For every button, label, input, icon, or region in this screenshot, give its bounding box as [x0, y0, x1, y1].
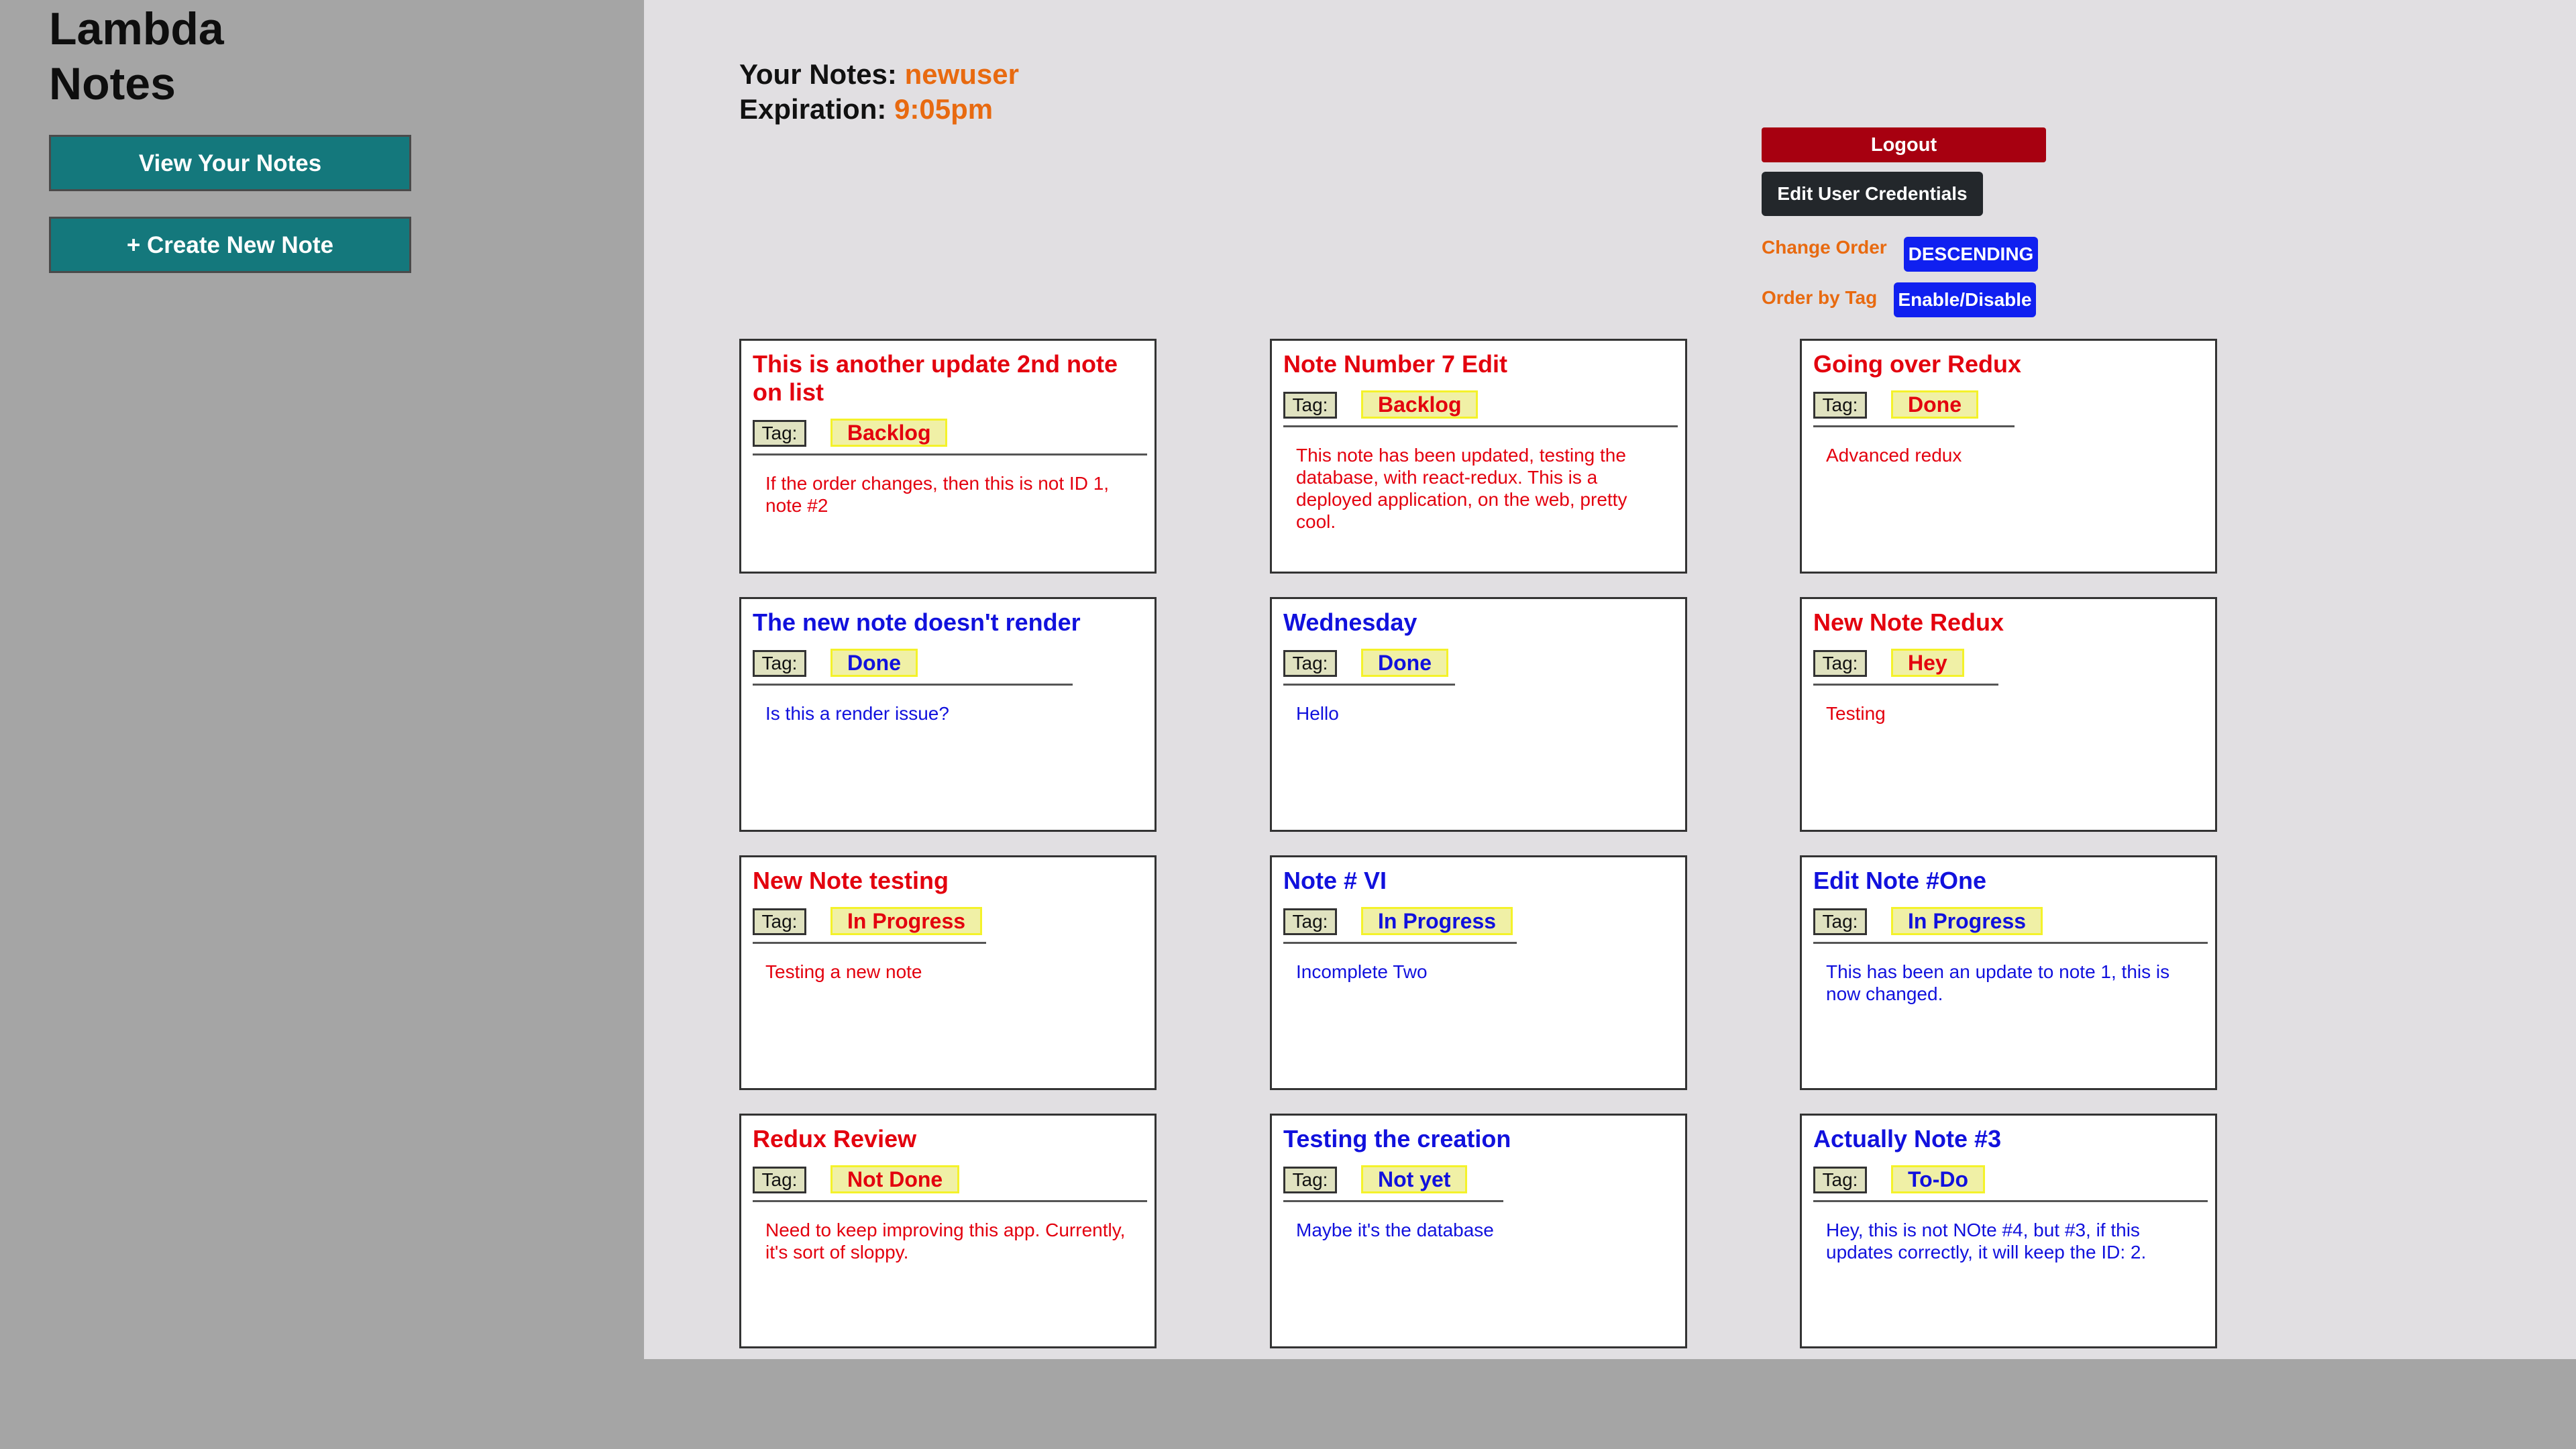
note-body: Testing a new note: [765, 961, 922, 982]
note-title: Wednesday: [1283, 608, 1417, 636]
tag-value: Not yet: [1361, 1165, 1468, 1193]
note-body: This note has been updated, testing the …: [1296, 445, 1627, 532]
note-title: Going over Redux: [1813, 350, 2022, 378]
note-card[interactable]: This is another update 2nd note on list …: [739, 339, 1157, 574]
logout-button[interactable]: Logout: [1762, 127, 2046, 162]
expiration-label: Expiration:: [739, 93, 887, 125]
tag-value: To-Do: [1891, 1165, 1986, 1193]
note-body: This has been an update to note 1, this …: [1826, 961, 2170, 1004]
order-by-tag-label: Order by Tag: [1762, 287, 1878, 308]
note-body: Maybe it's the database: [1296, 1220, 1494, 1240]
app-title: Lambda Notes: [49, 1, 451, 111]
tag-value: In Progress: [1891, 907, 2043, 935]
tag-label: Tag:: [1813, 908, 1867, 935]
note-title: New Note testing: [753, 867, 949, 894]
tag-label: Tag:: [1283, 1167, 1337, 1193]
note-title: Edit Note #One: [1813, 867, 1987, 894]
note-title: Testing the creation: [1283, 1125, 1511, 1152]
note-card[interactable]: Wednesday Tag: Done Hello: [1270, 597, 1687, 832]
tag-label: Tag:: [1813, 392, 1867, 419]
note-card[interactable]: Redux Review Tag: Not Done Need to keep …: [739, 1114, 1157, 1348]
note-title: New Note Redux: [1813, 608, 2004, 636]
note-card[interactable]: The new note doesn't render Tag: Done Is…: [739, 597, 1157, 832]
tag-value: Done: [830, 649, 918, 677]
tag-row: Tag: Backlog: [753, 419, 1147, 455]
edit-credentials-button[interactable]: Edit User Credentials: [1762, 172, 1983, 216]
tag-row: Tag: In Progress: [753, 907, 986, 944]
note-body: Advanced redux: [1826, 445, 1962, 466]
tag-value: Done: [1361, 649, 1448, 677]
note-card[interactable]: New Note Redux Tag: Hey Testing: [1800, 597, 2217, 832]
note-body: Testing: [1826, 703, 1886, 724]
note-body: If the order changes, then this is not I…: [765, 473, 1110, 516]
app-title-line2: Notes: [49, 58, 176, 109]
tag-label: Tag:: [1283, 650, 1337, 677]
tag-label: Tag:: [753, 908, 806, 935]
note-body: Hello: [1296, 703, 1339, 724]
change-order-label: Change Order: [1762, 237, 1887, 258]
tag-row: Tag: In Progress: [1813, 907, 2208, 944]
note-title: Note Number 7 Edit: [1283, 350, 1508, 378]
tag-row: Tag: Done: [753, 649, 1073, 686]
tag-row: Tag: Hey: [1813, 649, 1998, 686]
sidebar: Lambda Notes View Your Notes + Create Ne…: [0, 0, 644, 1449]
order-direction-button[interactable]: DESCENDING: [1904, 237, 2038, 272]
tag-row: Tag: In Progress: [1283, 907, 1517, 944]
note-title: This is another update 2nd note on list: [753, 350, 1118, 406]
tag-row: Tag: Done: [1283, 649, 1455, 686]
tag-row: Tag: Done: [1813, 390, 2015, 427]
note-card[interactable]: Note Number 7 Edit Tag: Backlog This not…: [1270, 339, 1687, 574]
tag-row: Tag: Not yet: [1283, 1165, 1503, 1202]
app-title-line1: Lambda: [49, 3, 224, 54]
tag-value: Backlog: [830, 419, 948, 447]
tag-row: Tag: Not Done: [753, 1165, 1147, 1202]
tag-label: Tag:: [1283, 392, 1337, 419]
note-card[interactable]: Testing the creation Tag: Not yet Maybe …: [1270, 1114, 1687, 1348]
tag-value: In Progress: [830, 907, 983, 935]
notes-owner-label: Your Notes:: [739, 58, 897, 90]
tag-label: Tag:: [1813, 1167, 1867, 1193]
note-title: Redux Review: [753, 1125, 917, 1152]
note-body: Hey, this is not NOte #4, but #3, if thi…: [1826, 1220, 2147, 1263]
note-card[interactable]: Actually Note #3 Tag: To-Do Hey, this is…: [1800, 1114, 2217, 1348]
note-card[interactable]: Going over Redux Tag: Done Advanced redu…: [1800, 339, 2217, 574]
create-note-button[interactable]: + Create New Note: [49, 217, 411, 273]
note-card[interactable]: Note # VI Tag: In Progress Incomplete Tw…: [1270, 855, 1687, 1090]
expiration-heading: Expiration: 9:05pm: [739, 93, 993, 125]
tag-value: Done: [1891, 390, 1978, 419]
tag-value: Not Done: [830, 1165, 960, 1193]
note-title: Note # VI: [1283, 867, 1387, 894]
tag-label: Tag:: [753, 1167, 806, 1193]
note-title: Actually Note #3: [1813, 1125, 2002, 1152]
note-body: Need to keep improving this app. Current…: [765, 1220, 1126, 1263]
tag-value: Backlog: [1361, 390, 1479, 419]
username-value: newuser: [904, 58, 1019, 90]
order-by-tag-toggle-button[interactable]: Enable/Disable: [1894, 282, 2036, 317]
tag-value: In Progress: [1361, 907, 1513, 935]
expiration-value: 9:05pm: [894, 93, 994, 125]
note-card[interactable]: Edit Note #One Tag: In Progress This has…: [1800, 855, 2217, 1090]
tag-label: Tag:: [753, 650, 806, 677]
note-card[interactable]: New Note testing Tag: In Progress Testin…: [739, 855, 1157, 1090]
note-body: Is this a render issue?: [765, 703, 949, 724]
note-title: The new note doesn't render: [753, 608, 1081, 636]
tag-label: Tag:: [753, 420, 806, 447]
tag-row: Tag: To-Do: [1813, 1165, 2208, 1202]
view-notes-button[interactable]: View Your Notes: [49, 135, 411, 191]
tag-label: Tag:: [1813, 650, 1867, 677]
note-body: Incomplete Two: [1296, 961, 1428, 982]
tag-value: Hey: [1891, 649, 1964, 677]
notes-owner-heading: Your Notes: newuser: [739, 58, 1019, 91]
tag-row: Tag: Backlog: [1283, 390, 1678, 427]
tag-label: Tag:: [1283, 908, 1337, 935]
